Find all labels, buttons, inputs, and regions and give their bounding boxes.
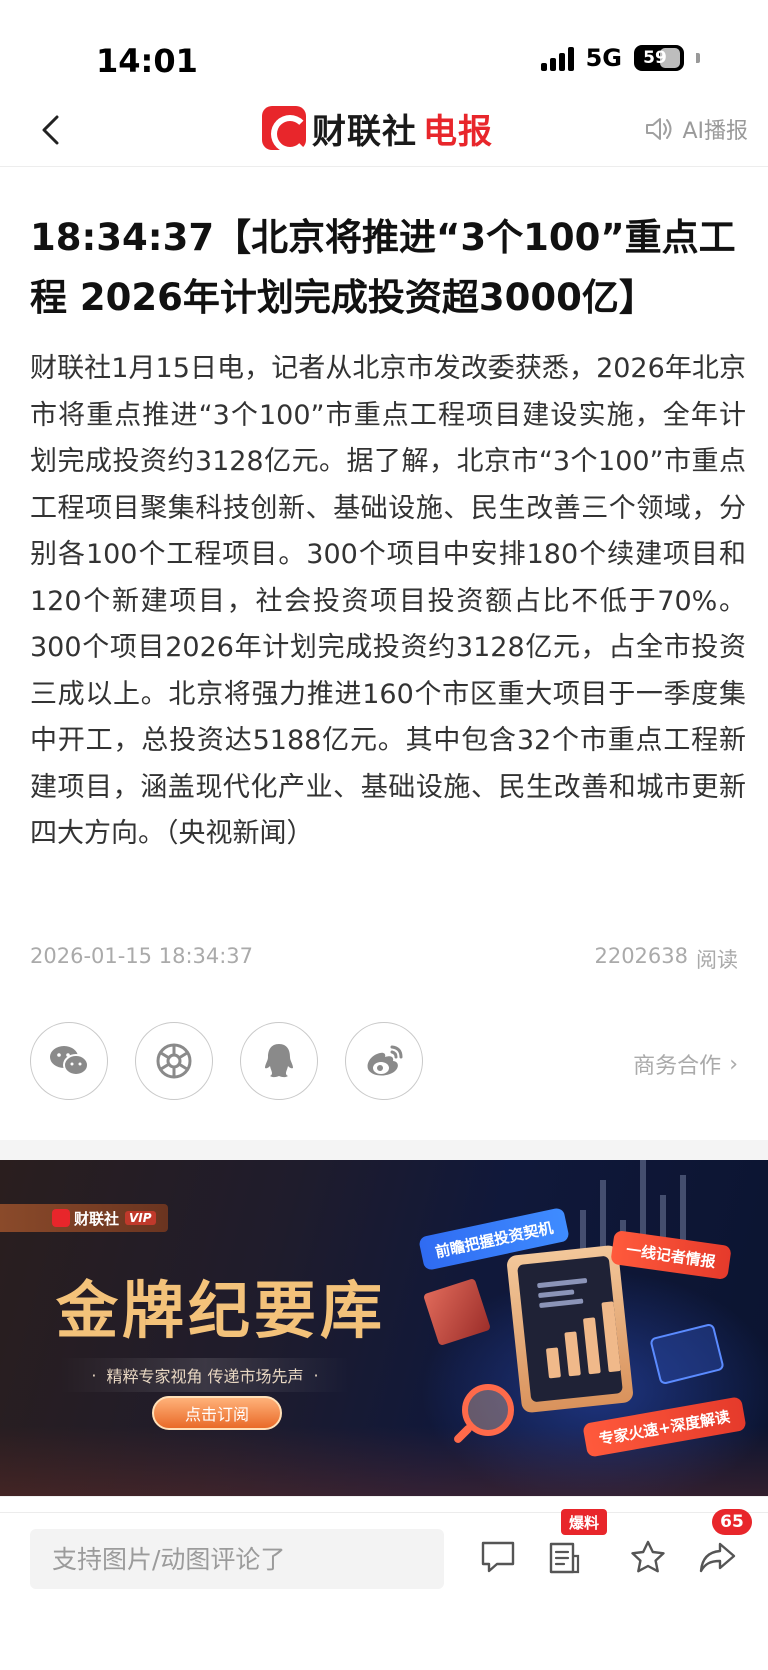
share-wechat-button[interactable] xyxy=(30,1022,108,1100)
status-bar: 14:01 5G 59 xyxy=(0,0,768,95)
read-count: 2202638 阅读 xyxy=(594,944,738,974)
battery-tip xyxy=(696,53,700,63)
subtitle-text: 精粹专家视角 传递市场先声 xyxy=(106,1367,304,1386)
comment-button[interactable] xyxy=(474,1533,522,1581)
brand-section: 电报 xyxy=(423,111,493,152)
comment-icon xyxy=(481,1541,515,1573)
moments-icon xyxy=(156,1043,192,1079)
share-arrow-icon xyxy=(699,1542,736,1573)
status-time: 14:01 xyxy=(96,42,198,80)
cls-logo-icon xyxy=(262,106,309,153)
bottom-separator xyxy=(0,1496,768,1512)
brand-name: 财联社 xyxy=(312,111,417,152)
tip-off-button[interactable] xyxy=(540,1533,588,1581)
bottom-action-bar: 爆料 65 xyxy=(0,1509,768,1670)
vip-badge: VIP xyxy=(125,1211,156,1225)
tip-off-badge: 爆料 xyxy=(561,1509,608,1535)
article-headline: 18:34:37【北京将推进“3个100”重点工程 2026年计划完成投资超30… xyxy=(30,216,736,319)
qq-icon xyxy=(265,1044,293,1078)
cls-logo-icon xyxy=(52,1209,70,1227)
magnifier-illustration xyxy=(462,1384,514,1436)
network-type: 5G xyxy=(585,44,622,72)
vip-brand: 财联社 xyxy=(74,1209,120,1228)
share-moments-button[interactable] xyxy=(135,1022,213,1100)
banner-title: 金牌纪要库 xyxy=(56,1274,387,1347)
ai-broadcast-label: AI播报 xyxy=(682,119,748,144)
share-button[interactable] xyxy=(694,1533,742,1581)
promo-banner[interactable]: 财联社 VIP 金牌纪要库 · 精粹专家视角 传递市场先声 · 点击订阅 前瞻把… xyxy=(0,1160,768,1496)
brand-logo: 财联社 电报 xyxy=(262,105,493,153)
ai-broadcast-button[interactable]: AI播报 xyxy=(644,113,748,145)
share-count-badge: 65 xyxy=(712,1509,752,1535)
read-count-label: 阅读 xyxy=(696,948,738,972)
chevron-right-icon: › xyxy=(729,1051,738,1077)
subscribe-button[interactable]: 点击订阅 xyxy=(152,1396,282,1430)
article-datetime: 2026-01-15 18:34:37 xyxy=(30,944,254,968)
status-indicators: 5G 59 xyxy=(540,44,700,72)
battery-icon: 59 xyxy=(634,45,684,71)
favorite-button[interactable] xyxy=(624,1533,672,1581)
article-body: 财联社1月15日电，记者从北京市发改委获悉，2026年北京市将重点推进“3个10… xyxy=(30,353,746,849)
chevron-left-icon xyxy=(42,115,59,145)
nav-bar: 财联社 电报 AI播报 xyxy=(0,95,768,167)
speaker-icon xyxy=(646,118,672,140)
subtitle-dot: · xyxy=(91,1365,97,1385)
report-board-illustration xyxy=(506,1244,634,1414)
share-qq-button[interactable] xyxy=(240,1022,318,1100)
signal-icon xyxy=(540,45,574,71)
battery-level: 59 xyxy=(643,48,667,68)
share-weibo-button[interactable] xyxy=(345,1022,423,1100)
back-button[interactable] xyxy=(28,107,74,153)
read-count-value: 2202638 xyxy=(594,944,688,968)
banner-subtitle: · 精粹专家视角 传递市场先声 · xyxy=(60,1358,350,1392)
comment-input[interactable] xyxy=(30,1529,444,1589)
star-icon xyxy=(631,1540,665,1573)
wechat-icon xyxy=(50,1046,89,1076)
business-cooperation-link[interactable]: 商务合作 › xyxy=(633,1048,738,1080)
weibo-icon xyxy=(367,1045,403,1076)
section-divider xyxy=(0,1140,768,1160)
vip-tag: 财联社 VIP xyxy=(0,1204,168,1232)
document-icon xyxy=(549,1542,580,1574)
business-cooperation-label: 商务合作 xyxy=(633,1054,722,1079)
subtitle-dot: · xyxy=(313,1365,319,1385)
share-row xyxy=(30,1022,423,1100)
